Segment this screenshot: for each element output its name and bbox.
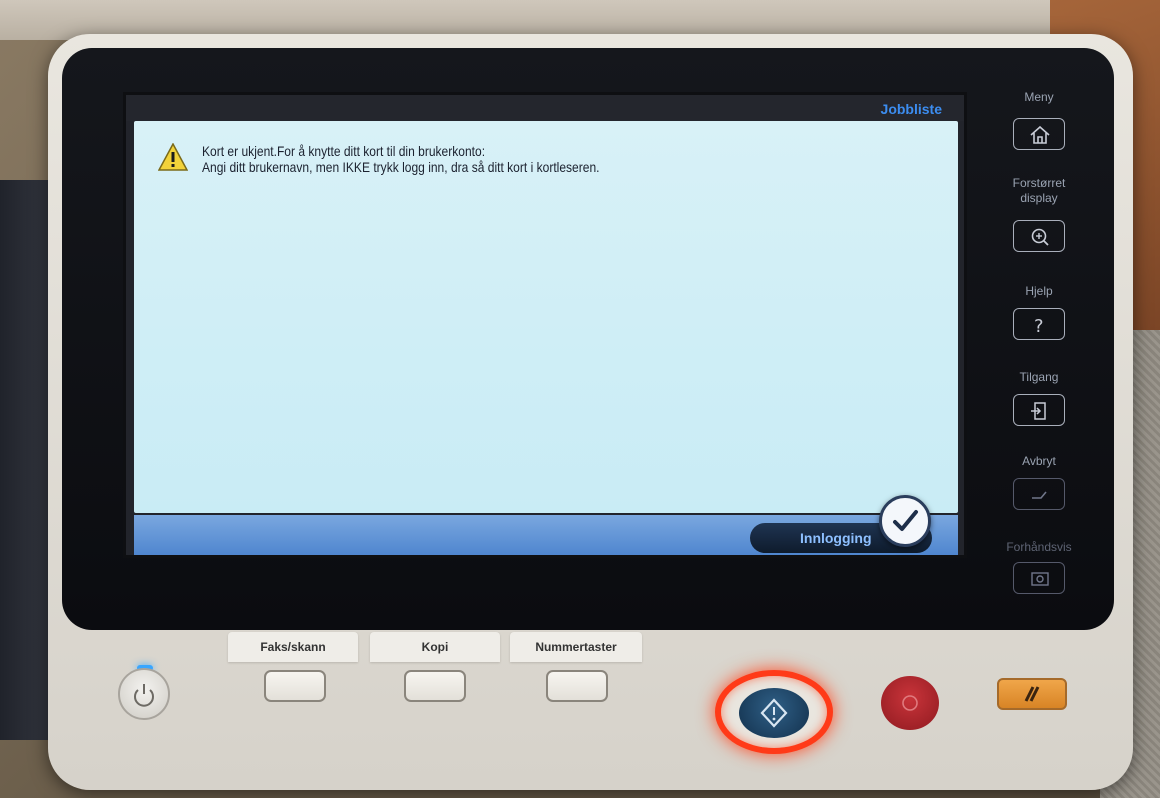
zoom-in-icon [1031, 228, 1049, 246]
access-label: Tilgang [1019, 370, 1059, 384]
dialog-message-line1: Kort er ukjent.For å knytte ditt kort ti… [202, 143, 486, 159]
help-label: Hjelp [1025, 284, 1053, 298]
preview-label: Forhåndsvis [1006, 540, 1072, 554]
enlarge-display-label: Forstørret display [1012, 176, 1066, 205]
stop-icon [902, 695, 918, 711]
preview-icon [1031, 572, 1049, 586]
start-button[interactable] [715, 670, 833, 754]
home-icon [1030, 125, 1050, 144]
touch-screen: Jobbliste Kort er ukjent.For å knytte di… [123, 92, 967, 558]
question-mark-icon: ? [1034, 316, 1044, 335]
copy-button[interactable] [404, 670, 466, 702]
svg-text:?: ? [1034, 316, 1044, 335]
keypad-button[interactable] [546, 670, 608, 702]
interrupt-button[interactable] [1013, 478, 1065, 510]
stop-button[interactable] [881, 676, 939, 730]
power-icon [134, 684, 154, 707]
side-menu: Meny Forstørret display Hjelp ? Tilgang … [994, 88, 1084, 608]
card-unknown-dialog: Kort er ukjent.For å knytte ditt kort ti… [134, 121, 958, 513]
enlarge-display-button[interactable] [1013, 220, 1065, 252]
status-strip: Jobbliste [126, 95, 964, 121]
bottom-action-bar: Innlogging [134, 515, 958, 555]
reset-slash-icon [1024, 686, 1040, 702]
fax-scan-tab-label: Faks/skann [228, 632, 358, 662]
reset-button[interactable] [997, 678, 1067, 710]
ok-button[interactable] [879, 495, 931, 547]
checkmark-icon [893, 510, 918, 531]
job-list-button[interactable]: Jobbliste [881, 101, 942, 117]
menu-button[interactable] [1013, 118, 1065, 150]
access-button[interactable] [1013, 394, 1065, 426]
menu-label: Meny [1024, 90, 1054, 104]
start-button-face [739, 688, 809, 738]
start-diamond-icon [760, 698, 788, 728]
keypad-tab-label: Nummertaster [510, 632, 642, 662]
dialog-message: Kort er ukjent.For å knytte ditt kort ti… [202, 143, 600, 175]
interrupt-icon [1032, 491, 1047, 499]
copy-tab-label: Kopi [370, 632, 500, 662]
dialog-message-line2: Angi ditt brukernavn, men IKKE trykk log… [202, 159, 600, 175]
interrupt-label: Avbryt [1022, 454, 1056, 468]
fax-scan-button[interactable] [264, 670, 326, 702]
preview-button[interactable] [1013, 562, 1065, 594]
access-door-icon [1031, 402, 1046, 420]
warning-icon [158, 143, 188, 171]
power-save-button[interactable] [118, 668, 170, 720]
help-button[interactable]: ? [1013, 308, 1065, 340]
